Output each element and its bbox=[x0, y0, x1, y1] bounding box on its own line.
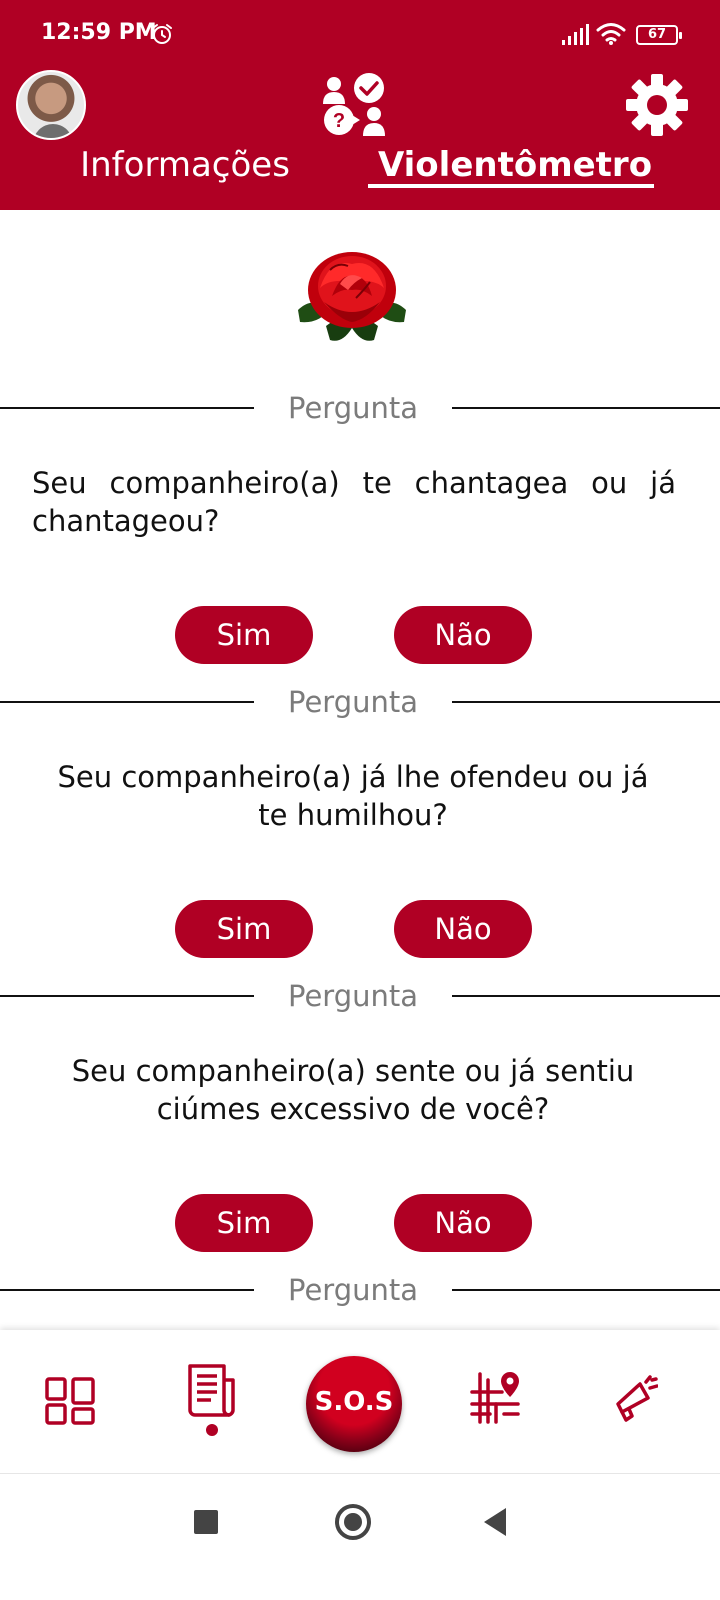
question-text: Seu companheiro(a) já lhe ofendeu ou já … bbox=[57, 760, 649, 832]
divider-line bbox=[452, 407, 720, 409]
battery-icon: 67 bbox=[636, 25, 682, 45]
back-button[interactable] bbox=[484, 1508, 506, 1536]
tab-informacoes[interactable]: Informações bbox=[60, 142, 310, 192]
system-navigation-bar bbox=[0, 1474, 720, 1600]
active-nav-indicator bbox=[206, 1424, 218, 1436]
question-heading: Pergunta bbox=[287, 685, 419, 719]
question-divider: Pergunta bbox=[0, 976, 720, 1016]
divider-line bbox=[0, 995, 254, 997]
sos-button[interactable]: S.O.S bbox=[306, 1356, 402, 1452]
divider-line bbox=[452, 1289, 720, 1291]
recents-button[interactable] bbox=[194, 1510, 218, 1534]
yes-button[interactable]: Sim bbox=[175, 900, 313, 958]
avatar[interactable] bbox=[16, 70, 86, 140]
wifi-icon bbox=[596, 23, 626, 45]
question-heading: Pergunta bbox=[287, 1273, 419, 1307]
question-heading: Pergunta bbox=[287, 979, 419, 1013]
news-icon[interactable] bbox=[186, 1362, 238, 1418]
active-tab-indicator bbox=[368, 184, 654, 188]
yes-button[interactable]: Sim bbox=[175, 1194, 313, 1252]
alarm-icon bbox=[152, 24, 172, 44]
rose-image bbox=[298, 252, 406, 341]
questions-icon[interactable]: ? bbox=[320, 70, 390, 138]
megaphone-icon[interactable] bbox=[612, 1374, 658, 1422]
no-button[interactable]: Não bbox=[394, 606, 532, 664]
divider-line bbox=[452, 995, 720, 997]
question-divider: Pergunta bbox=[0, 682, 720, 722]
dashboard-icon[interactable] bbox=[44, 1376, 96, 1426]
map-icon[interactable] bbox=[468, 1370, 524, 1426]
home-button[interactable] bbox=[335, 1504, 371, 1540]
no-button[interactable]: Não bbox=[394, 1194, 532, 1252]
divider-line bbox=[0, 407, 254, 409]
gear-icon[interactable] bbox=[624, 72, 690, 138]
yes-button[interactable]: Sim bbox=[175, 606, 313, 664]
status-bar: 12:59 PM 67 bbox=[0, 0, 720, 66]
divider-line bbox=[0, 701, 254, 703]
divider-line bbox=[452, 701, 720, 703]
question-divider: Pergunta bbox=[0, 388, 720, 428]
question-text: Seu companheiro(a) te chantagea ou já ch… bbox=[32, 466, 676, 538]
question-divider: Pergunta bbox=[0, 1270, 720, 1310]
question-text: Seu companheiro(a) sente ou já sentiu ci… bbox=[71, 1054, 635, 1126]
question-heading: Pergunta bbox=[287, 391, 419, 425]
no-button[interactable]: Não bbox=[394, 900, 532, 958]
bottom-navigation: S.O.S bbox=[0, 1330, 720, 1474]
divider-line bbox=[0, 1289, 254, 1291]
signal-icon bbox=[562, 24, 589, 45]
app-header: 12:59 PM 67 ? Informações Violentômetro bbox=[0, 0, 720, 210]
status-time: 12:59 PM bbox=[41, 20, 157, 45]
svg-text:?: ? bbox=[333, 110, 345, 132]
